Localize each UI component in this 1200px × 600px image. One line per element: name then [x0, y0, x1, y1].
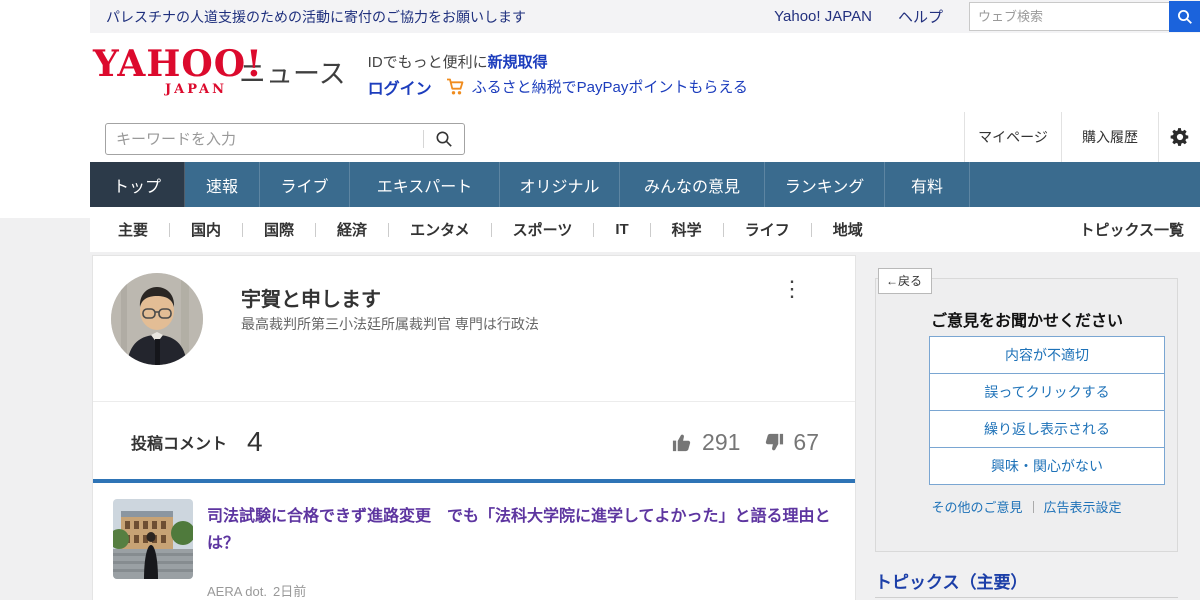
keyword-search-input[interactable]: [106, 131, 423, 148]
comments-count: 4: [247, 426, 263, 458]
search-icon: [1177, 9, 1193, 25]
feedback-option-inappropriate[interactable]: 内容が不適切: [929, 336, 1165, 374]
more-menu-button[interactable]: ⋮: [777, 274, 807, 304]
dislikes-count: 67: [793, 429, 819, 456]
divider: [1033, 501, 1034, 513]
feedback-option-misclick[interactable]: 誤ってクリックする: [929, 373, 1165, 411]
search-row: マイページ 購入履歴: [90, 112, 1200, 162]
commenter-profile-card: 宇賀と申します 最高裁判所第三小法廷所属裁判官 専門は行政法 ⋮ 投稿コメント …: [92, 255, 856, 600]
feedback-heading: ご意見をお聞かせください: [909, 307, 1145, 331]
purchase-history-link[interactable]: 購入履歴: [1061, 112, 1158, 162]
keyword-search-button[interactable]: [424, 124, 464, 154]
topics-heading[interactable]: トピックス（主要）: [875, 568, 1028, 593]
tab-opinions[interactable]: みんなの意見: [620, 162, 765, 207]
tab-live[interactable]: ライブ: [260, 162, 350, 207]
thumb-up-icon: [671, 431, 694, 454]
category-it[interactable]: IT: [594, 221, 649, 238]
settings-button[interactable]: [1158, 112, 1200, 162]
login-link[interactable]: ログイン: [368, 75, 432, 99]
comments-label: 投稿コメント: [131, 430, 227, 454]
category-entertainment[interactable]: エンタメ: [389, 219, 491, 240]
signup-link[interactable]: 新規取得: [488, 51, 548, 72]
article-time: 2日前: [273, 584, 306, 599]
logo-yahoo-text: YAHOO!: [93, 44, 229, 84]
paypay-promo-link[interactable]: ふるさと納税でPayPayポイントもらえる: [472, 76, 748, 97]
category-economy[interactable]: 経済: [316, 219, 388, 240]
other-feedback-link[interactable]: その他のご意見: [931, 500, 1022, 515]
tab-original[interactable]: オリジナル: [500, 162, 620, 207]
topics-list-link[interactable]: トピックス一覧: [1079, 219, 1184, 240]
ad-settings-link[interactable]: 広告表示設定: [1044, 500, 1122, 515]
category-life[interactable]: ライフ: [724, 219, 811, 240]
likes-count: 291: [702, 429, 740, 456]
web-search-input[interactable]: [969, 2, 1169, 31]
thumb-down-icon: [762, 431, 785, 454]
category-world[interactable]: 国際: [243, 219, 315, 240]
web-search-box: [969, 0, 1200, 33]
profile-name: 宇賀と申します: [241, 283, 381, 312]
ad-feedback-panel: ご意見をお聞かせください 内容が不適切 誤ってクリックする 繰り返し表示される …: [875, 278, 1178, 552]
yahoo-news-logo[interactable]: YAHOO! JAPAN: [93, 44, 229, 110]
news-search-box: [105, 123, 465, 155]
category-domestic[interactable]: 国内: [170, 219, 242, 240]
article-title-link[interactable]: 司法試験に合格できず進路変更 でも「法科大学院に進学してよかった」と語る理由とは…: [207, 503, 835, 557]
category-region[interactable]: 地域: [812, 219, 884, 240]
tab-top[interactable]: トップ: [90, 162, 185, 207]
tab-breaking[interactable]: 速報: [185, 162, 260, 207]
article-source: AERA dot.: [207, 584, 267, 599]
id-promo-text: IDでもっと便利に: [368, 51, 488, 72]
yahoo-news-page: パレスチナの人道支援のための活動に寄付のご協力をお願いします Yahoo! JA…: [0, 0, 1200, 600]
back-button[interactable]: ←戻る: [878, 268, 932, 294]
divider: [93, 401, 855, 402]
category-sports[interactable]: スポーツ: [492, 219, 594, 240]
web-search-button[interactable]: [1169, 1, 1200, 32]
top-banner: パレスチナの人道支援のための活動に寄付のご協力をお願いします Yahoo! JA…: [90, 0, 1200, 33]
tab-ranking[interactable]: ランキング: [765, 162, 885, 207]
article-thumbnail: [113, 499, 193, 579]
tab-expert[interactable]: エキスパート: [350, 162, 500, 207]
article-item[interactable]: 司法試験に合格できず進路変更 でも「法科大学院に進学してよかった」と語る理由とは…: [93, 483, 855, 600]
feedback-option-repeated[interactable]: 繰り返し表示される: [929, 410, 1165, 448]
logo-japan-text: JAPAN: [165, 82, 227, 97]
donation-message-link[interactable]: パレスチナの人道支援のための活動に寄付のご協力をお願いします: [106, 7, 526, 27]
tab-paid[interactable]: 有料: [885, 162, 970, 207]
gear-icon: [1169, 126, 1191, 148]
mypage-link[interactable]: マイページ: [964, 112, 1061, 162]
cart-icon: [446, 78, 466, 96]
article-meta: AERA dot. 2日前: [207, 581, 312, 600]
category-main[interactable]: 主要: [90, 219, 169, 240]
help-link[interactable]: ヘルプ: [898, 6, 943, 27]
search-icon: [435, 130, 453, 148]
divider: [875, 597, 1178, 598]
feedback-option-not-interested[interactable]: 興味・関心がない: [929, 447, 1165, 485]
profile-description: 最高裁判所第三小法廷所属裁判官 専門は行政法: [241, 314, 539, 334]
category-nav: 主要 国内 国際 経済 エンタメ スポーツ IT 科学 ライフ 地域 トピックス…: [90, 207, 1200, 252]
main-nav: トップ 速報 ライブ エキスパート オリジナル みんなの意見 ランキング 有料: [90, 162, 1200, 207]
category-science[interactable]: 科学: [651, 219, 723, 240]
yahoo-japan-link[interactable]: Yahoo! JAPAN: [774, 8, 872, 25]
page-background: [0, 218, 90, 252]
avatar: [111, 273, 203, 365]
